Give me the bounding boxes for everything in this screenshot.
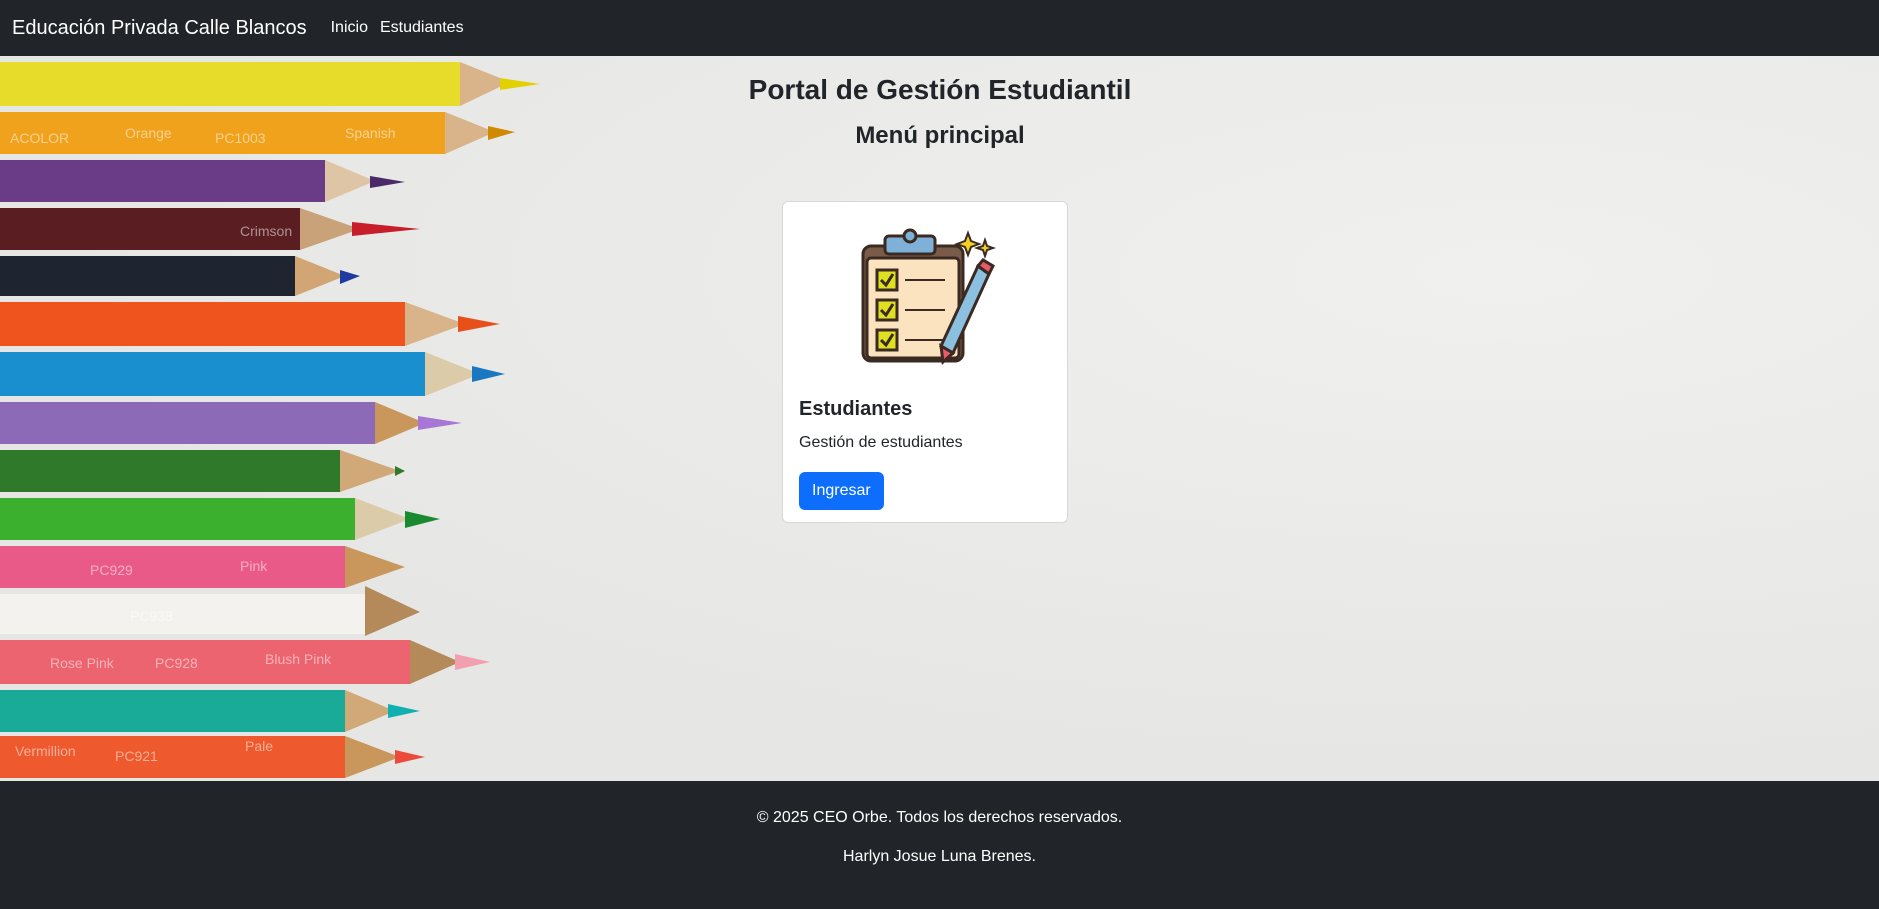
navbar-brand[interactable]: Educación Privada Calle Blancos bbox=[12, 17, 307, 40]
svg-text:PC929: PC929 bbox=[90, 562, 133, 578]
footer-author: Harlyn Josue Luna Brenes. bbox=[843, 848, 1036, 865]
nav-link-estudiantes[interactable]: Estudiantes bbox=[380, 19, 464, 37]
main-content: ACOLOR Orange PC1003 Spanish Crimson PC929 Pi… bbox=[0, 56, 1879, 781]
card-title: Estudiantes bbox=[799, 398, 913, 420]
svg-text:Rose Pink: Rose Pink bbox=[50, 655, 115, 671]
clipboard-checklist-icon bbox=[861, 228, 997, 366]
svg-text:Pink: Pink bbox=[240, 558, 268, 574]
svg-text:Crimson: Crimson bbox=[240, 223, 292, 239]
footer-copyright: © 2025 CEO Orbe. Todos los derechos rese… bbox=[756, 809, 1123, 826]
svg-text:PC938: PC938 bbox=[130, 608, 173, 624]
svg-text:PC1003: PC1003 bbox=[215, 130, 266, 146]
page-subtitle: Menú principal bbox=[855, 122, 1025, 149]
svg-text:ACOLOR: ACOLOR bbox=[10, 130, 69, 146]
footer: © 2025 CEO Orbe. Todos los derechos rese… bbox=[0, 781, 1879, 909]
card-description: Gestión de estudiantes bbox=[799, 434, 963, 451]
colored-pencils-background-image: ACOLOR Orange PC1003 Spanish Crimson PC929 Pi… bbox=[0, 62, 540, 778]
svg-text:Spanish: Spanish bbox=[345, 125, 396, 141]
svg-text:PC921: PC921 bbox=[115, 748, 158, 764]
navbar: Educación Privada Calle Blancos Inicio E… bbox=[0, 0, 1879, 56]
page-title: Portal de Gestión Estudiantil bbox=[748, 74, 1132, 105]
svg-text:Pale: Pale bbox=[245, 738, 273, 754]
ingresar-button[interactable]: Ingresar bbox=[799, 472, 884, 510]
svg-text:Blush Pink: Blush Pink bbox=[265, 651, 332, 667]
students-card: Estudiantes Gestión de estudiantes Ingre… bbox=[782, 201, 1068, 523]
svg-text:Orange: Orange bbox=[125, 125, 172, 141]
svg-text:Vermillion: Vermillion bbox=[15, 743, 76, 759]
nav-link-inicio[interactable]: Inicio bbox=[331, 19, 368, 37]
svg-text:PC928: PC928 bbox=[155, 655, 198, 671]
